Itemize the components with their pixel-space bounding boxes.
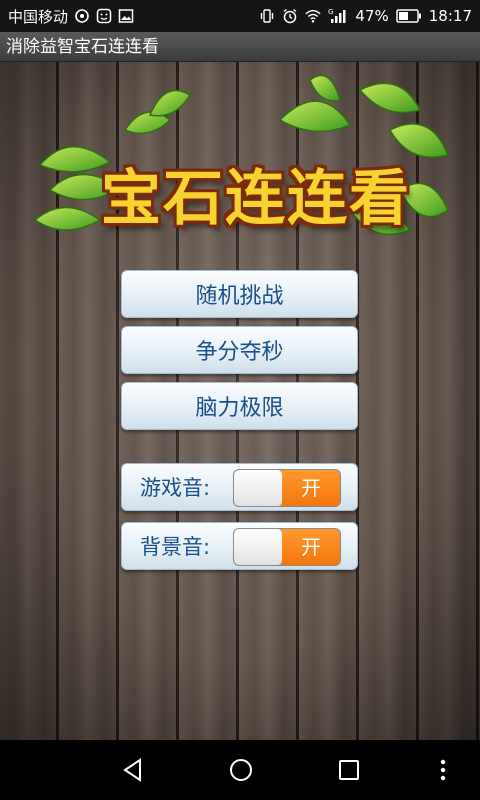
alarm-icon xyxy=(282,8,298,24)
recents-button[interactable] xyxy=(334,755,364,785)
bg-music-label: 背景音: xyxy=(140,535,211,559)
vibrate-icon xyxy=(259,8,275,24)
bg-music-toggle-thumb[interactable] xyxy=(234,529,283,565)
game-logo: 宝石连连看 xyxy=(30,70,450,250)
back-button[interactable] xyxy=(118,755,148,785)
app-title-bar: 消除益智宝石连连看 xyxy=(0,32,480,62)
back-icon xyxy=(123,758,141,782)
signal-type-label: G xyxy=(328,8,333,16)
brain-limit-button[interactable]: 脑力极限 xyxy=(121,382,358,430)
clock-time: 18:17 xyxy=(428,7,472,25)
bg-music-setting: 背景音: 开 xyxy=(121,522,358,570)
home-icon xyxy=(230,759,252,781)
brain-limit-label: 脑力极限 xyxy=(195,396,284,421)
bg-music-state: 开 xyxy=(282,529,340,565)
logo-title: 宝石连连看 xyxy=(101,164,411,234)
battery-percent: 47% xyxy=(355,7,389,25)
status-bar: 中国移动 G 47% 18:17 xyxy=(0,0,480,32)
app-title: 消除益智宝石连连看 xyxy=(6,37,159,57)
game-sound-toggle[interactable]: 开 xyxy=(233,469,341,507)
home-button[interactable] xyxy=(226,755,256,785)
random-challenge-button[interactable]: 随机挑战 xyxy=(121,270,358,318)
wifi-icon xyxy=(305,8,322,24)
recents-icon xyxy=(339,760,359,780)
image-icon xyxy=(118,8,134,24)
game-sound-setting: 游戏音: 开 xyxy=(121,463,358,511)
game-sound-state: 开 xyxy=(282,470,340,506)
smiley-icon xyxy=(96,8,112,24)
carrier-name: 中国移动 xyxy=(8,7,69,26)
bg-music-toggle[interactable]: 开 xyxy=(233,528,341,566)
signal-icon: G xyxy=(328,8,348,24)
more-vert-icon xyxy=(440,759,446,781)
random-challenge-label: 随机挑战 xyxy=(195,284,284,309)
nfc-icon xyxy=(74,8,90,24)
game-sound-label: 游戏音: xyxy=(140,476,211,500)
time-race-label: 争分夺秒 xyxy=(195,340,284,365)
battery-icon xyxy=(396,8,422,24)
navigation-bar xyxy=(0,740,480,800)
game-sound-toggle-thumb[interactable] xyxy=(234,470,283,506)
time-race-button[interactable]: 争分夺秒 xyxy=(121,326,358,374)
more-options-button[interactable] xyxy=(428,755,458,785)
